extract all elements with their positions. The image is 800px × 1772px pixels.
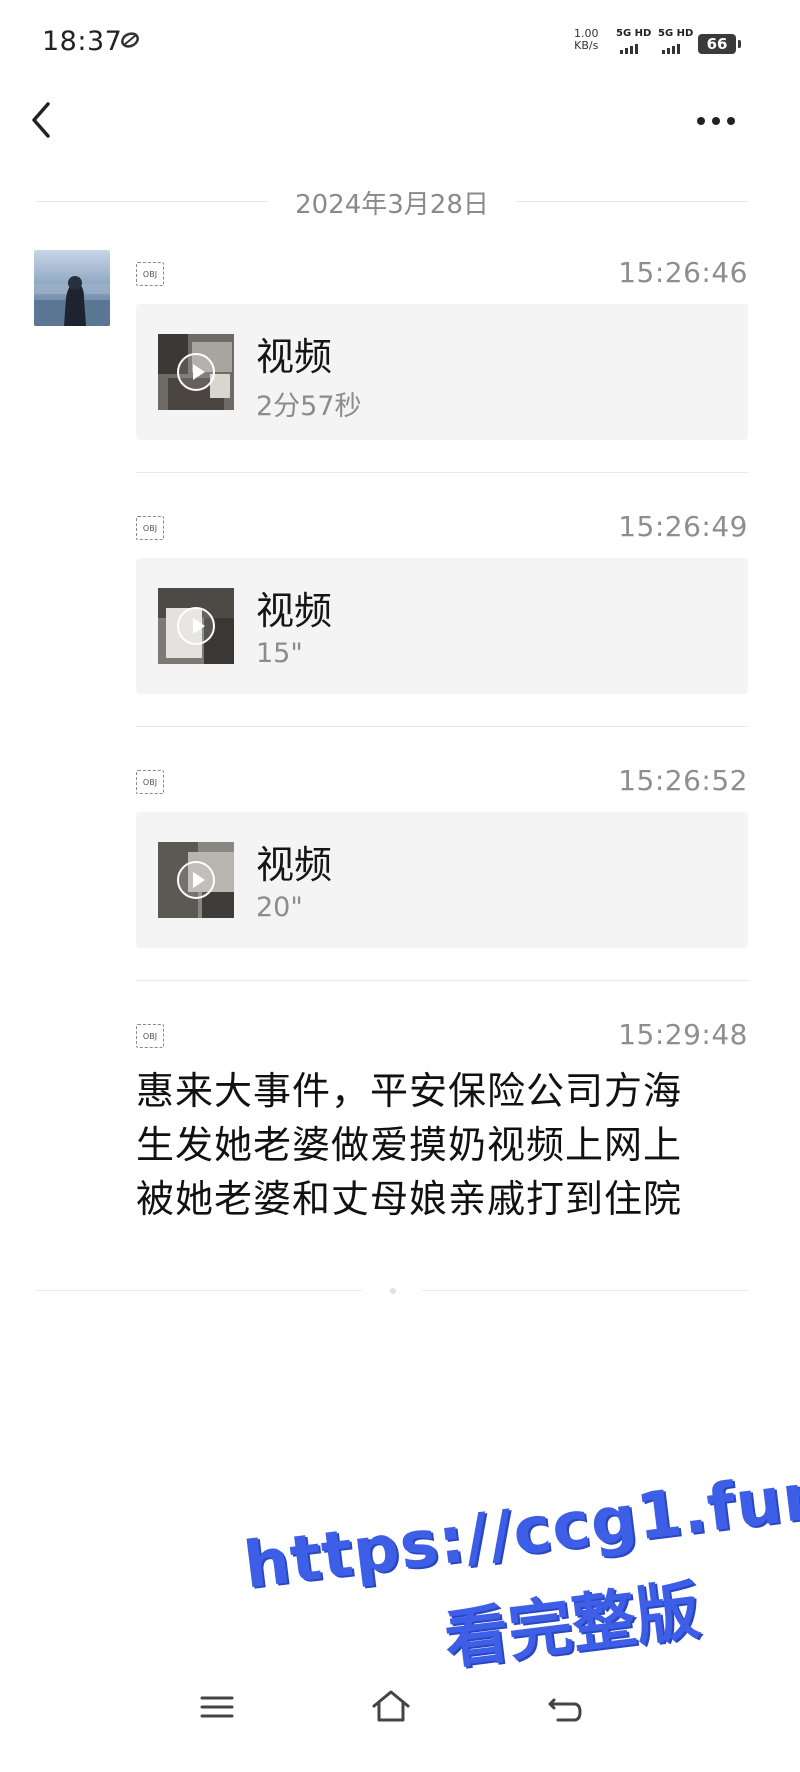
video-card[interactable]: 视频 2分57秒: [136, 304, 748, 440]
message-separator: [136, 726, 748, 727]
status-time: 18:37: [42, 26, 123, 57]
watermark-cta: 看完整版: [440, 1573, 704, 1679]
video-duration: 20": [256, 892, 303, 923]
video-card[interactable]: 视频 20": [136, 812, 748, 948]
battery-indicator: 66: [698, 34, 741, 54]
date-label: 2024年3月28日: [295, 190, 489, 220]
video-title: 视频: [256, 589, 333, 633]
signal-bars-icon: [662, 44, 680, 54]
video-duration: 2分57秒: [256, 391, 362, 422]
message-text-line: 生发她老婆做爱摸奶视频上网上: [136, 1123, 683, 1167]
obj-icon: OBJ: [136, 262, 164, 286]
back-button[interactable]: [24, 96, 64, 144]
divider-line: [36, 1290, 362, 1291]
message-time: 15:26:52: [618, 764, 748, 797]
more-dots-icon: [697, 117, 735, 125]
video-title: 视频: [256, 335, 333, 379]
nav-menu-button[interactable]: [192, 1682, 242, 1732]
signal-bars-icon: [620, 44, 638, 54]
status-bar: 18:37 1.00 KB/s 5G HD 5G HD 66: [0, 0, 800, 88]
video-thumbnail: [158, 334, 234, 410]
message-time: 15:29:48: [618, 1018, 748, 1051]
network-speed: 1.00 KB/s: [574, 28, 599, 52]
message-text: 惠来大事件，平安保险公司方海 生发她老婆做爱摸奶视频上网上 被她老婆和丈母娘亲戚…: [136, 1064, 748, 1226]
message-text-line: 被她老婆和丈母娘亲戚打到住院: [136, 1177, 683, 1221]
video-card[interactable]: 视频 15": [136, 558, 748, 694]
end-divider: [36, 1286, 748, 1296]
video-duration: 15": [256, 638, 303, 669]
chevron-left-icon: [32, 102, 50, 138]
divider-line: [516, 201, 748, 202]
play-icon: [177, 861, 215, 899]
divider-line: [422, 1290, 748, 1291]
divider-dot: [390, 1288, 396, 1294]
signal-label-1: 5G HD: [616, 28, 652, 39]
date-divider: 2024年3月28日: [36, 180, 748, 224]
more-options-button[interactable]: [692, 104, 740, 136]
network-speed-unit: KB/s: [574, 39, 599, 52]
obj-icon: OBJ: [136, 1024, 164, 1048]
avatar[interactable]: [34, 250, 110, 326]
play-icon: [177, 353, 215, 391]
signal-5g-1: 5G HD: [616, 28, 652, 54]
video-thumbnail: [158, 588, 234, 664]
menu-icon: [200, 1696, 234, 1718]
message-separator: [136, 980, 748, 981]
message-time: 15:26:46: [618, 256, 748, 289]
avatar-image: [34, 250, 110, 326]
play-icon: [177, 607, 215, 645]
sync-icon: [121, 32, 139, 48]
message-time: 15:26:49: [618, 510, 748, 543]
obj-icon: OBJ: [136, 770, 164, 794]
signal-5g-2: 5G HD: [658, 28, 694, 54]
video-thumbnail: [158, 842, 234, 918]
message-text-line: 惠来大事件，平安保险公司方海: [136, 1069, 683, 1113]
obj-icon: OBJ: [136, 516, 164, 540]
video-title: 视频: [256, 843, 333, 887]
message-separator: [136, 472, 748, 473]
signal-label-2: 5G HD: [658, 28, 694, 39]
